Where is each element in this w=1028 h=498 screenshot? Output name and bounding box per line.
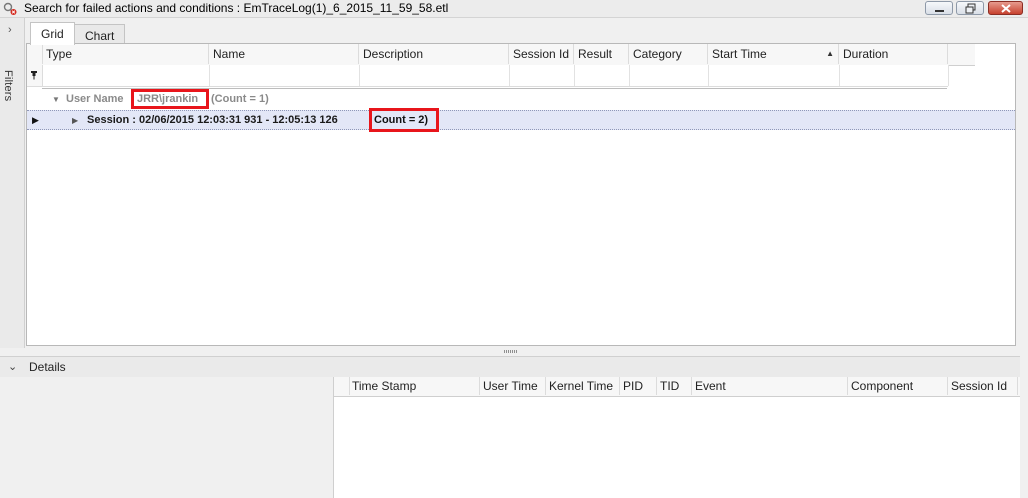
- pin-icon: [31, 71, 37, 80]
- column-header-category[interactable]: Category: [629, 44, 708, 64]
- row-indicator-header: [27, 44, 43, 64]
- filter-cell-type[interactable]: [42, 65, 210, 86]
- column-header-name[interactable]: Name: [209, 44, 359, 64]
- close-button[interactable]: [988, 1, 1023, 15]
- details-column-pid[interactable]: PID: [620, 377, 657, 395]
- auto-filter-row: [27, 65, 949, 87]
- session-label: Session : 02/06/2015 12:03:31 931 - 12:0…: [87, 114, 338, 126]
- group-divider: [42, 88, 947, 89]
- details-column-session-id[interactable]: Session Id: [948, 377, 1018, 395]
- details-column-kernel-time[interactable]: Kernel Time: [546, 377, 620, 395]
- filter-cell-name[interactable]: [209, 65, 360, 86]
- splitter-handle[interactable]: [504, 350, 518, 353]
- column-header-session-id[interactable]: Session Id: [509, 44, 574, 64]
- details-column-time-stamp[interactable]: Time Stamp: [349, 377, 480, 395]
- focused-row-indicator-icon: ▶: [32, 115, 39, 125]
- details-left-pane: [0, 377, 334, 498]
- minimize-icon: [935, 10, 944, 12]
- group-row-user-name[interactable]: ▼ User Name JRR\jrankin (Count = 1): [27, 90, 948, 108]
- filter-cell-description[interactable]: [359, 65, 510, 86]
- details-panel-header[interactable]: ⌄ Details: [0, 356, 1020, 378]
- filter-cell-start-time[interactable]: [708, 65, 840, 86]
- filters-panel[interactable]: › Filters: [0, 18, 25, 348]
- column-header-description[interactable]: Description: [359, 44, 509, 64]
- filter-cell-result[interactable]: [574, 65, 630, 86]
- details-column-header-row: Time Stamp User Time Kernel Time PID TID…: [334, 377, 1020, 397]
- search-error-icon: [3, 2, 17, 15]
- minimize-button[interactable]: [925, 1, 953, 15]
- results-grid: Type Name Description Session Id Result …: [26, 43, 1016, 346]
- group-count: (Count = 1): [211, 93, 269, 105]
- close-icon: [1001, 4, 1011, 13]
- maximize-icon: [965, 3, 976, 14]
- column-header-result[interactable]: Result: [574, 44, 629, 64]
- chevron-right-icon[interactable]: ›: [8, 24, 12, 36]
- filter-cell-session-id[interactable]: [509, 65, 575, 86]
- expand-arrow-icon[interactable]: ▶: [72, 116, 78, 125]
- window-right-edge: [1020, 18, 1028, 498]
- group-label: User Name: [66, 93, 124, 105]
- filter-cell-category[interactable]: [629, 65, 709, 86]
- collapse-arrow-icon[interactable]: ▼: [52, 95, 60, 104]
- column-header-type[interactable]: Type: [42, 44, 209, 64]
- details-grid: Time Stamp User Time Kernel Time PID TID…: [334, 377, 1020, 498]
- window-titlebar: Search for failed actions and conditions…: [0, 0, 1028, 18]
- details-column-event[interactable]: Event: [692, 377, 848, 395]
- details-column-tid[interactable]: TID: [657, 377, 692, 395]
- window-title: Search for failed actions and conditions…: [24, 1, 449, 15]
- group-value: JRR\jrankin: [137, 93, 199, 105]
- details-column-component[interactable]: Component: [848, 377, 948, 395]
- filters-label: Filters: [2, 70, 14, 102]
- grid-column-header-row: Type Name Description Session Id Result …: [27, 44, 975, 66]
- column-header-start-time-label: Start Time: [712, 47, 767, 61]
- sort-ascending-icon: ▲: [826, 49, 834, 58]
- column-header-duration[interactable]: Duration: [839, 44, 948, 64]
- chevron-down-icon[interactable]: ⌄: [8, 360, 17, 373]
- filter-cell-duration[interactable]: [839, 65, 949, 86]
- tab-grid[interactable]: Grid: [30, 22, 75, 45]
- session-group-row[interactable]: ▶ ▶ Session : 02/06/2015 12:03:31 931 - …: [27, 110, 1015, 130]
- details-title: Details: [29, 360, 66, 374]
- column-header-start-time[interactable]: Start Time ▲: [708, 44, 839, 64]
- session-count: Count = 2): [374, 114, 429, 126]
- maximize-button[interactable]: [956, 1, 984, 15]
- details-column-user-time[interactable]: User Time: [480, 377, 546, 395]
- tab-strip: Grid Chart: [26, 22, 1026, 45]
- filter-row-indicator: [27, 65, 43, 86]
- details-row-indicator-header: [334, 377, 350, 395]
- tab-chart[interactable]: Chart: [74, 24, 126, 44]
